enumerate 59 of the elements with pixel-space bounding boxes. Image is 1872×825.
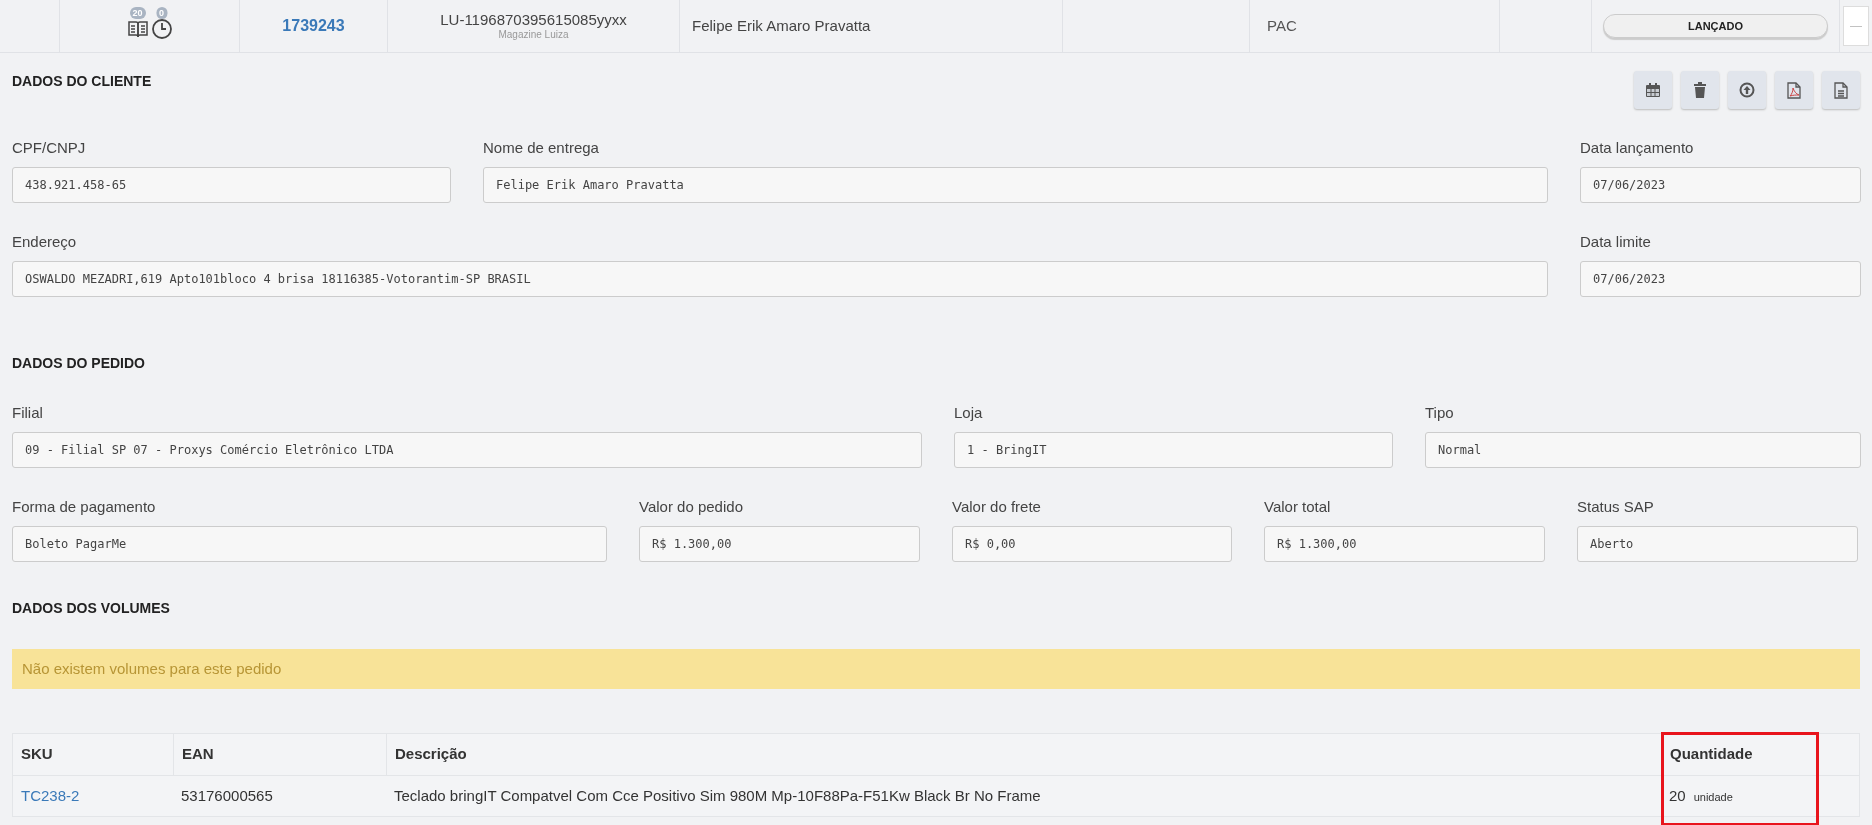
- upload-icon: [1739, 82, 1755, 98]
- pdf-file-icon: [1787, 81, 1801, 99]
- input-field[interactable]: 07/06/2023: [1580, 261, 1861, 297]
- field-label: Forma de pagamento: [12, 497, 157, 517]
- book-icon: [126, 18, 149, 40]
- field-label: Tipo: [1425, 403, 1455, 423]
- field-label: Loja: [954, 403, 984, 423]
- trash-icon: [1693, 82, 1707, 98]
- unit-label: unidade: [1693, 789, 1733, 805]
- customer-name: Felipe Erik Amaro Pravatta: [692, 15, 871, 36]
- section-title: DADOS DOS VOLUMES: [12, 599, 171, 618]
- input-field[interactable]: Felipe Erik Amaro Pravatta: [483, 167, 1548, 203]
- table-cell-text: Teclado bringIT Compatvel Com Cce Positivo Sim 980M Mp-10F88Pa-F51Kw Black Br No Frame: [393, 785, 1042, 806]
- channel-name: Magazine Luiza: [498, 29, 569, 41]
- field-label: Endereço: [12, 232, 78, 252]
- order-code: LU-1196870395615085yyxx: [440, 11, 627, 29]
- column-header: EAN: [173, 734, 386, 775]
- field-label: CPF/CNPJ: [12, 138, 87, 158]
- shipping-method: PAC: [1267, 15, 1297, 36]
- column-header: Descrição: [386, 734, 1661, 775]
- table-cell-text: 20: [1669, 785, 1686, 806]
- document-icon: [1834, 81, 1848, 99]
- alert-banner: Não existem volumes para este pedido: [12, 649, 1860, 689]
- pdf-button[interactable]: [1775, 71, 1813, 109]
- field-label: Valor do frete: [952, 497, 1042, 517]
- field-label: Valor do pedido: [639, 497, 744, 517]
- field-label: Status SAP: [1577, 497, 1655, 517]
- input-field[interactable]: OSWALDO MEZADRI,619 Apto101bloco 4 brisa 18116385-Votorantim-SP BRASIL: [12, 261, 1548, 297]
- field-label: Data limite: [1580, 232, 1652, 252]
- upload-button[interactable]: [1728, 71, 1766, 109]
- input-field[interactable]: 09 - Filial SP 07 - Proxys Comércio Eletrônico LTDA: [12, 432, 922, 468]
- column-header: SKU: [20, 744, 54, 765]
- input-field[interactable]: 1 - BringIT: [954, 432, 1393, 468]
- count-badge: 0: [156, 7, 167, 19]
- calendar-icon: [1645, 82, 1661, 98]
- input-field[interactable]: R$ 1.300,00: [1264, 526, 1545, 562]
- clock-icon: [150, 18, 173, 40]
- sku-link[interactable]: TC238-2: [13, 784, 173, 808]
- section-title: DADOS DO PEDIDO: [12, 354, 146, 373]
- table-cell-text: 53176000565: [180, 785, 274, 806]
- delete-button[interactable]: [1681, 71, 1719, 109]
- input-field[interactable]: R$ 0,00: [952, 526, 1232, 562]
- input-field[interactable]: R$ 1.300,00: [639, 526, 920, 562]
- field-label: Data lançamento: [1580, 138, 1695, 158]
- column-header: Quantidade: [1661, 734, 1859, 775]
- field-label: Filial: [12, 403, 44, 423]
- input-field[interactable]: Boleto PagarMe: [12, 526, 607, 562]
- section-title: DADOS DO CLIENTE: [12, 72, 152, 91]
- input-field[interactable]: 07/06/2023: [1580, 167, 1861, 203]
- order-link[interactable]: 1739243: [282, 14, 345, 38]
- input-field[interactable]: Aberto: [1577, 526, 1858, 562]
- field-label: Nome de entrega: [483, 138, 600, 158]
- input-field[interactable]: Normal: [1425, 432, 1861, 468]
- count-badge: 20: [129, 7, 146, 19]
- input-field[interactable]: 438.921.458-65: [12, 167, 451, 203]
- calendar-button[interactable]: [1634, 71, 1672, 109]
- field-label: Valor total: [1264, 497, 1332, 517]
- status-button[interactable]: LANÇADO: [1603, 14, 1828, 38]
- document-button[interactable]: [1822, 71, 1860, 109]
